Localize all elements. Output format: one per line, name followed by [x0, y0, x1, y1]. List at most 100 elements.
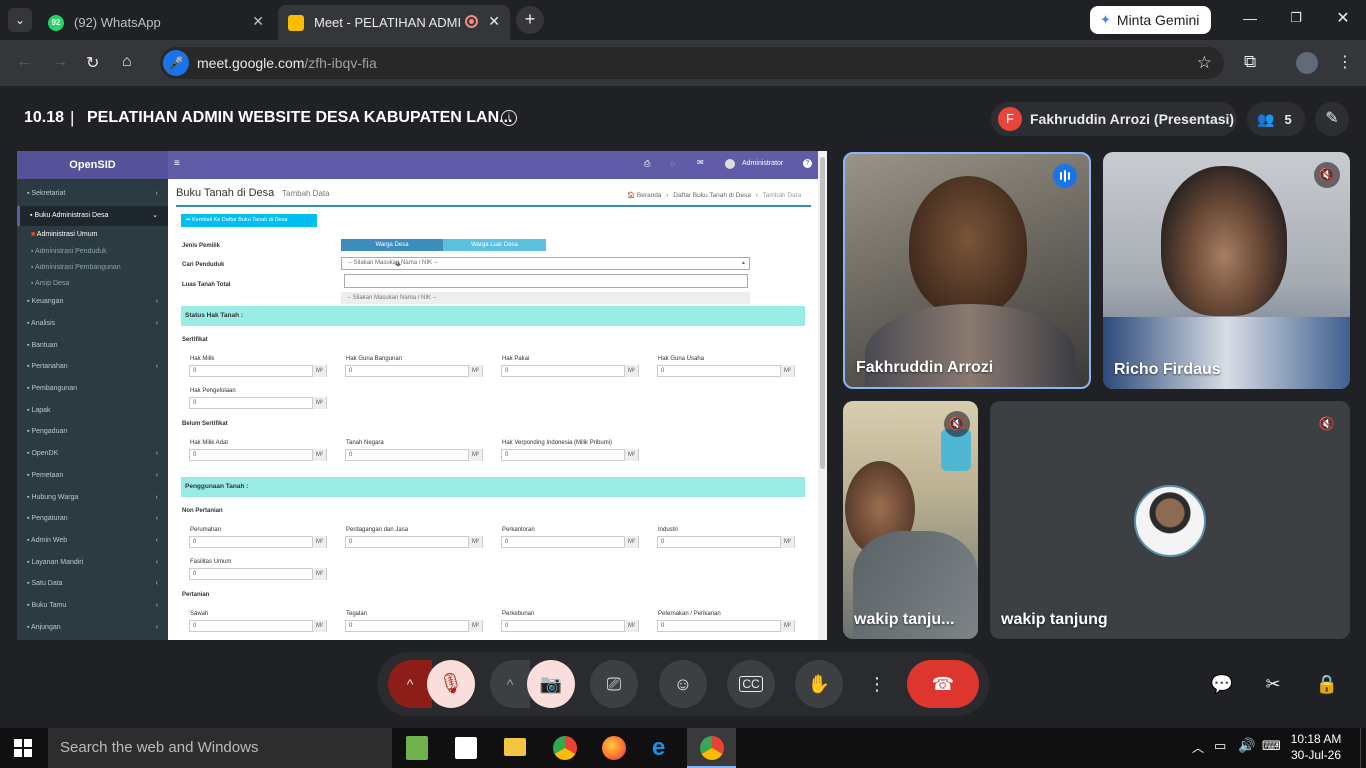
file-explorer-icon[interactable]	[504, 738, 526, 756]
chrome-app-icon[interactable]	[553, 736, 577, 760]
input-hak-milik[interactable]: 0 M²	[189, 365, 327, 377]
opensid-sidebar-item[interactable]: ▪ Layanan Mandiri ‹	[17, 553, 168, 573]
opensid-sidebar-item[interactable]: ▪ Pengaturan ‹	[17, 509, 168, 529]
mic-toggle-button[interactable]: 🎙	[427, 660, 475, 708]
opensid-sidebar-item[interactable]: ▪ Pembangunan	[17, 379, 168, 399]
mail-icon[interactable]: ✉	[697, 158, 704, 167]
raise-hand-button[interactable]: ✋	[795, 660, 843, 708]
opensid-sidebar-item[interactable]: ▪ Keuangan ‹	[17, 292, 168, 312]
participants-button[interactable]: 👥 5	[1247, 102, 1305, 136]
home-icon[interactable]: ⌂	[122, 53, 132, 71]
new-tab-button[interactable]: +	[516, 6, 544, 34]
notepad-app-icon[interactable]	[406, 736, 428, 760]
participant-tile[interactable]: 🔇 Richo Firdaus	[1103, 152, 1350, 389]
windows-start-icon[interactable]	[14, 739, 32, 757]
select-dropdown-option[interactable]: -- Silakan Masukan Nama / NIK --	[341, 292, 750, 304]
microphone-icon[interactable]: 🎤	[163, 50, 189, 76]
input-hak-pakai[interactable]: 0 M²	[501, 365, 639, 377]
forward-icon[interactable]: →	[52, 53, 68, 71]
reactions-button[interactable]: ☺	[659, 660, 707, 708]
camera-options-button[interactable]: ^	[490, 660, 530, 708]
opensid-sidebar-item[interactable]: ▪ Administrasi Pembangunan	[17, 260, 168, 276]
select-penduduk[interactable]: -- Silakan Masukan Nama / NIK -- ▲	[341, 257, 750, 270]
address-bar[interactable]: 🎤 meet.google.com /zfh-ibqv-fia ☆	[160, 47, 1224, 79]
restore-button[interactable]: ❐	[1284, 10, 1308, 30]
select-search-input[interactable]	[344, 274, 748, 288]
chat-button[interactable]: 💬	[1203, 664, 1241, 704]
opensid-sidebar-item[interactable]: ▪ Bantuan	[17, 336, 168, 356]
breadcrumb-home[interactable]: Beranda	[637, 192, 662, 199]
toggle-warga-luar-desa[interactable]: Warga Luar Desa	[443, 239, 546, 251]
mic-options-button[interactable]: ^	[388, 660, 432, 708]
close-tab-icon[interactable]: ✕	[488, 13, 500, 30]
opensid-sidebar-item[interactable]: ▪ Hubung Warga ‹	[17, 488, 168, 508]
input-fasilitas-umum[interactable]: 0 M²	[189, 568, 327, 580]
keyboard-icon[interactable]: ⌨	[1262, 738, 1281, 754]
input-peternakan[interactable]: 0 M²	[657, 620, 795, 632]
tray-chevron-icon[interactable]: ︿	[1192, 739, 1204, 756]
input-perkantoran[interactable]: 0 M²	[501, 536, 639, 548]
toggle-warga-desa[interactable]: Warga Desa	[341, 239, 443, 251]
profile-avatar[interactable]	[1296, 52, 1318, 74]
participant-tile[interactable]: 🔇 wakip tanjung	[990, 401, 1350, 639]
meeting-info-icon[interactable]: i	[501, 110, 517, 126]
close-window-button[interactable]: ✕	[1331, 8, 1355, 30]
opensid-sidebar-item[interactable]: ▪ Satu Data ‹	[17, 574, 168, 594]
opensid-sidebar-item[interactable]: ▪ Anjungan ‹	[17, 618, 168, 638]
more-options-button[interactable]: ⋮	[864, 660, 890, 708]
presenter-chip[interactable]: F Fakhruddin Arrozi (Presentasi)	[991, 102, 1237, 136]
participant-tile[interactable]: Fakhruddin Arrozi	[843, 152, 1091, 389]
host-controls-button[interactable]: 🔒	[1308, 664, 1346, 704]
show-desktop-strip[interactable]	[1360, 728, 1366, 768]
hamburger-icon[interactable]: ≡	[174, 158, 180, 169]
close-tab-icon[interactable]: ✕	[252, 13, 264, 30]
network-icon[interactable]: ▭	[1214, 738, 1226, 754]
tab-meet[interactable]: Meet - PELATIHAN ADMIN ✕	[278, 5, 510, 40]
minimize-button[interactable]: —	[1238, 10, 1262, 30]
admin-name[interactable]: Administrator	[742, 160, 783, 167]
back-icon[interactable]: ←	[16, 53, 32, 71]
input-hak-guna-bangunan[interactable]: 0 M²	[345, 365, 483, 377]
taskbar-search[interactable]: Search the web and Windows	[48, 728, 392, 768]
help-icon[interactable]: ?	[803, 159, 812, 168]
reload-icon[interactable]: ↻	[86, 53, 99, 73]
opensid-sidebar-item[interactable]: ▪ Lapak	[17, 401, 168, 421]
input-hak-milik-adat[interactable]: 0 M²	[189, 449, 327, 461]
chat-icon[interactable]: ◌	[670, 159, 675, 168]
opensid-sidebar-item[interactable]: ■ Administrasi Umum	[17, 227, 168, 243]
opensid-sidebar-item[interactable]: ▪ Pemetaan ‹	[17, 466, 168, 486]
input-hak-guna-usaha[interactable]: 0 M²	[657, 365, 795, 377]
input-perkebunan[interactable]: 0 M²	[501, 620, 639, 632]
tab-whatsapp[interactable]: 92 (92) WhatsApp ✕	[38, 5, 274, 40]
breadcrumb-list[interactable]: Daftar Buku Tanah di Desa	[673, 192, 751, 199]
opensid-sidebar-item[interactable]: ▪ Pengaduan	[17, 422, 168, 442]
input-perumahan[interactable]: 0 M²	[189, 536, 327, 548]
admin-avatar[interactable]	[725, 159, 735, 169]
present-screen-button[interactable]: ⎚	[590, 660, 638, 708]
input-tegalan[interactable]: 0 M²	[345, 620, 483, 632]
captions-button[interactable]: CC	[727, 660, 775, 708]
volume-icon[interactable]: 🔊	[1238, 737, 1255, 754]
edge-app-icon[interactable]: e	[652, 736, 674, 760]
taskbar-clock[interactable]: 10:18 AM 30-Jul-26	[1290, 731, 1342, 763]
menu-kebab-icon[interactable]: ⋮	[1337, 52, 1353, 72]
back-to-list-button[interactable]: ⬅ Kembali Ke Daftar Buku Tanah di Desa	[181, 214, 317, 227]
opensid-sidebar-item[interactable]: ▪ Pertanahan ‹	[17, 357, 168, 377]
input-tanah-negara[interactable]: 0 M²	[345, 449, 483, 461]
leave-call-button[interactable]: ☎	[907, 660, 979, 708]
opensid-sidebar-item[interactable]: ▪ Analisis ‹	[17, 314, 168, 334]
opensid-sidebar-item[interactable]: ▪ OpenDK ‹	[17, 444, 168, 464]
bookmark-star-icon[interactable]: ☆	[1197, 53, 1212, 73]
opensid-sidebar-item[interactable]: ▪ Arsip Desa	[17, 276, 168, 292]
input-hak-verponding[interactable]: 0 M²	[501, 449, 639, 461]
print-icon[interactable]: ⎙	[644, 159, 650, 169]
scrollbar-thumb[interactable]	[820, 157, 825, 469]
input-sawah[interactable]: 0 M²	[189, 620, 327, 632]
opensid-sidebar-item[interactable]: ▪ Administrasi Penduduk	[17, 244, 168, 260]
opensid-sidebar-item[interactable]: ▪ Buku Tamu ‹	[17, 596, 168, 616]
activities-button[interactable]: ✂	[1254, 664, 1292, 704]
opensid-sidebar-item[interactable]: ▪ Sekretariat ‹	[17, 184, 168, 204]
participant-tile[interactable]: 🔇 wakip tanju...	[843, 401, 978, 639]
firefox-app-icon[interactable]	[602, 736, 626, 760]
camera-toggle-button[interactable]: 📷	[527, 660, 575, 708]
